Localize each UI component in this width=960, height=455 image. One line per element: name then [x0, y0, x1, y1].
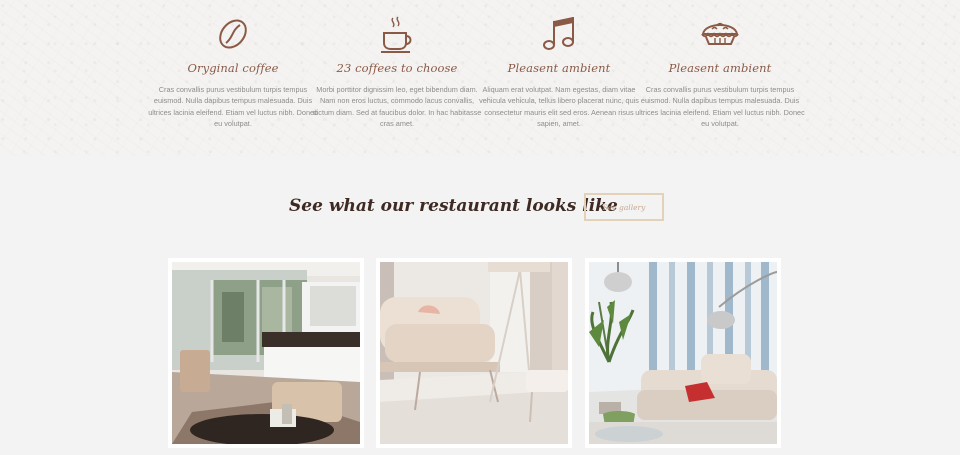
gallery-header: See what our restaurant looks like See g… — [0, 193, 960, 223]
feature-text: Morbi porttitor dignissim leo, eget bibe… — [312, 85, 482, 128]
feature-text: Cras convallis purus vestibulum turpis t… — [148, 85, 318, 128]
see-gallery-button[interactable]: See gallery — [584, 193, 664, 221]
gallery-photo-armchair[interactable] — [376, 258, 572, 448]
coffee-bean-icon — [213, 14, 253, 54]
coffee-cup-icon — [377, 14, 417, 54]
gallery-photo-lounge[interactable] — [585, 258, 781, 448]
feature-title: 23 coffees to choose — [336, 61, 458, 75]
features-section: Oryginal coffee Cras convallis purus ves… — [0, 0, 960, 156]
feature-title: Oryginal coffee — [187, 61, 279, 75]
music-note-icon — [539, 14, 579, 54]
feature-title: Pleasent ambient — [668, 61, 772, 75]
armchair-room-image — [380, 262, 568, 444]
gallery-title: See what our restaurant looks like — [289, 196, 618, 216]
feature-text: Cras convallis purus vestibulum turpis t… — [635, 85, 805, 128]
feature-title: Pleasent ambient — [507, 61, 611, 75]
pie-icon — [700, 14, 740, 54]
gallery-photo-cafe[interactable] — [168, 258, 364, 448]
feature-text: Aliquam erat volutpat. Nam egestas, diam… — [479, 85, 639, 128]
cafe-interior-image — [172, 262, 360, 444]
lounge-room-image — [589, 262, 777, 444]
